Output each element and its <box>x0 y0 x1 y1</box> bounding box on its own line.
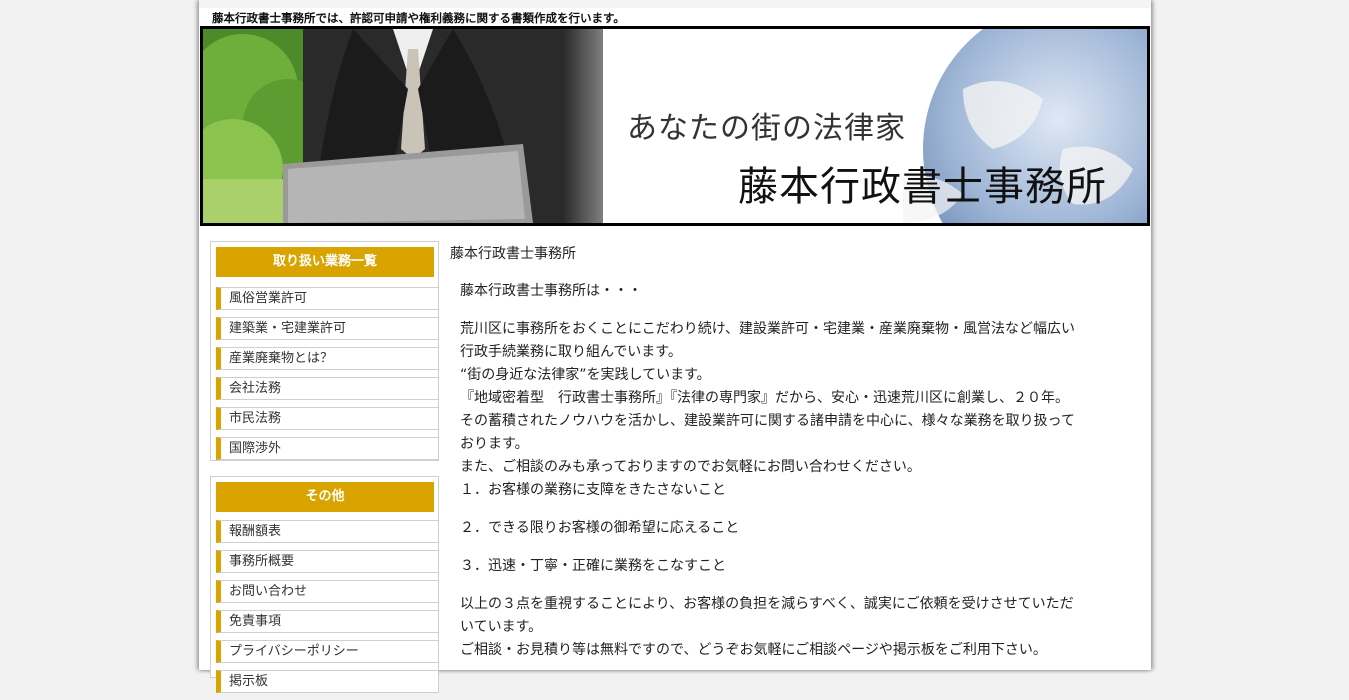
body-line: 『地域密着型 行政書士事務所』『法律の専門家』だから、安心・迅速荒川区に創業し、… <box>460 390 1069 406</box>
other-menu: 報酬額表 事務所概要 お問い合わせ 免責事項 プライバシーポリシー 掲示板 <box>216 520 439 700</box>
intro-text: 藤本行政書士事務所は・・・ <box>460 283 642 299</box>
point-2: ２．できる限りお客様の御希望に応えること <box>460 520 740 536</box>
menu-item-kokusai[interactable]: 国際渉外 <box>216 437 439 460</box>
body-line: おります。 <box>460 436 529 452</box>
menu-item-sanpai[interactable]: 産業廃棄物とは？ <box>216 347 439 370</box>
content-title: 藤本行政書士事務所 <box>450 246 576 262</box>
services-menu-title: 取り扱い業務一覧 <box>216 247 434 277</box>
services-menu-box: 取り扱い業務一覧 風俗営業許可 建築業・宅建業許可 産業廃棄物とは？ 会社法務 … <box>210 241 439 461</box>
menu-item-kensetsu[interactable]: 建築業・宅建業許可 <box>216 317 439 340</box>
menu-item-fees[interactable]: 報酬額表 <box>216 520 439 543</box>
menu-item-disclaimer[interactable]: 免責事項 <box>216 610 439 633</box>
banner-subtitle: あなたの街の法律家 <box>627 111 906 146</box>
menu-item-office[interactable]: 事務所概要 <box>216 550 439 573</box>
top-strip <box>199 0 1151 8</box>
site-tagline: 藤本行政書士事務所では、許認可申請や権利義務に関する書類作成を行います。 <box>212 11 625 25</box>
other-menu-title: その他 <box>216 482 434 512</box>
closing-line: いています。 <box>460 619 543 635</box>
menu-item-bbs[interactable]: 掲示板 <box>216 670 439 693</box>
closing-line: ご相談・お見積り等は無料ですので、どうぞお気軽にご相談ページや掲示板をご利用下さ… <box>460 642 1047 658</box>
body-line: 荒川区に事務所をおくことにこだわり続け、建設業許可・宅建業・産業廃棄物・風営法な… <box>460 321 1076 337</box>
point-1: １．お客様の業務に支障をきたさないこと <box>460 482 726 498</box>
body-line: その蓄積されたノウハウを活かし、建設業許可に関する諸申請を中心に、様々な業務を取… <box>460 413 1075 429</box>
page-container: 藤本行政書士事務所では、許認可申請や権利義務に関する書類作成を行います。 あなた… <box>199 0 1151 693</box>
closing-line: 以上の３点を重視することにより、お客様の負担を減らすべく、誠実にご依頼を受けさせ… <box>460 596 1074 612</box>
body-line: 行政手続業務に取り組んでいます。 <box>460 344 682 360</box>
menu-item-fuzoku[interactable]: 風俗営業許可 <box>216 287 439 310</box>
body-line: “街の身近な法律家”を実践しています。 <box>460 367 711 383</box>
menu-item-kaisha[interactable]: 会社法務 <box>216 377 439 400</box>
header-banner: あなたの街の法律家 藤本行政書士事務所 <box>200 26 1150 226</box>
menu-item-privacy[interactable]: プライバシーポリシー <box>216 640 439 663</box>
services-menu: 風俗営業許可 建築業・宅建業許可 産業廃棄物とは？ 会社法務 市民法務 国際渉外 <box>216 287 439 467</box>
point-3: ３．迅速・丁寧・正確に業務をこなすこと <box>460 558 726 574</box>
banner-title: 藤本行政書士事務所 <box>738 164 1107 210</box>
other-menu-box: その他 報酬額表 事務所概要 お問い合わせ 免責事項 プライバシーポリシー 掲示… <box>210 476 439 693</box>
menu-item-contact[interactable]: お問い合わせ <box>216 580 439 603</box>
menu-item-shimin[interactable]: 市民法務 <box>216 407 439 430</box>
body-line: また、ご相談のみも承っておりますのでお気軽にお問い合わせください。 <box>460 459 921 475</box>
main-content: 藤本行政書士事務所は・・・ 荒川区に事務所をおくことにこだわり続け、建設業許可・… <box>460 280 1140 662</box>
